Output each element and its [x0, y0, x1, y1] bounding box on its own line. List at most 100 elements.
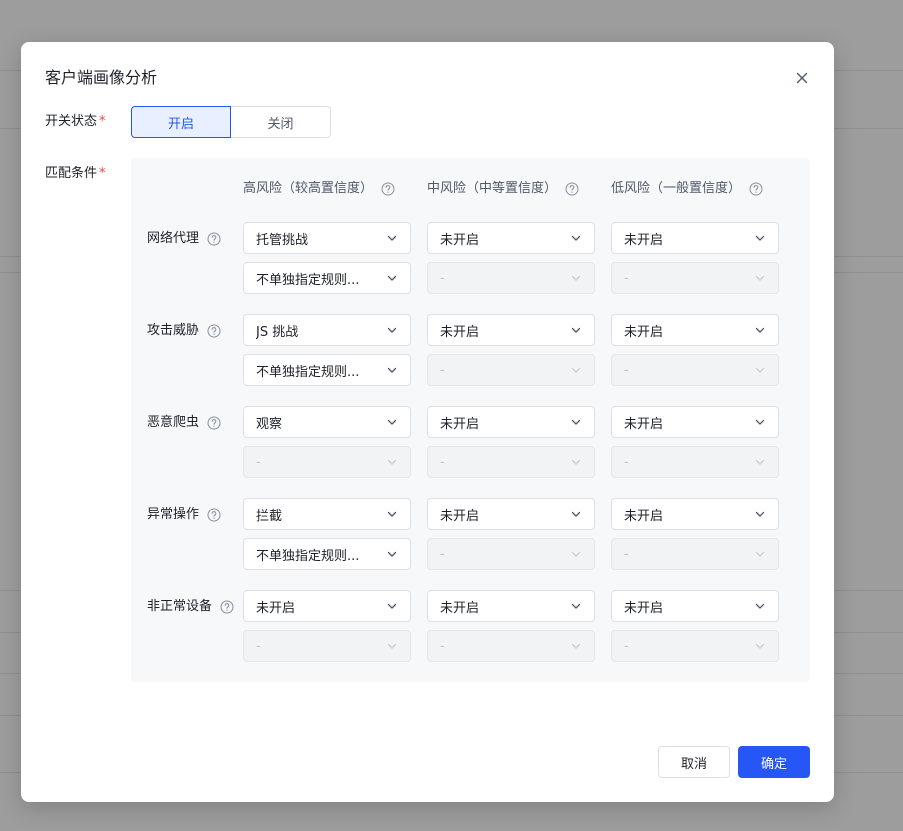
- action-select[interactable]: 未开启: [427, 590, 595, 622]
- risk-column-header-text: 低风险（一般置信度）: [611, 181, 742, 196]
- action-select[interactable]: 未开启: [427, 406, 595, 438]
- required-mark: *: [99, 166, 106, 181]
- action-select[interactable]: 未开启: [611, 222, 779, 254]
- chevron-down-icon: [386, 640, 398, 652]
- condition-row-label-text: 网络代理: [147, 231, 200, 246]
- select-value: -: [624, 362, 629, 378]
- chevron-down-icon: [570, 232, 582, 244]
- close-icon: [796, 72, 808, 84]
- select-value: -: [440, 270, 445, 286]
- rule-select: -: [611, 262, 779, 294]
- help-icon[interactable]: [207, 416, 221, 430]
- chevron-down-icon: [386, 324, 398, 336]
- select-value: -: [624, 546, 629, 562]
- dialog-title: 客户端画像分析: [45, 68, 158, 87]
- rule-select: -: [611, 630, 779, 662]
- action-select[interactable]: 未开启: [611, 590, 779, 622]
- rule-select: -: [427, 354, 595, 386]
- help-icon[interactable]: [381, 182, 395, 196]
- cancel-button[interactable]: 取消: [658, 746, 730, 778]
- rule-select: -: [427, 630, 595, 662]
- chevron-down-icon: [570, 456, 582, 468]
- chevron-down-icon: [754, 324, 766, 336]
- condition-row-label-text: 攻击威胁: [147, 323, 200, 338]
- match-condition-label: 匹配条件 *: [45, 164, 106, 184]
- rule-select[interactable]: 不单独指定规则...: [243, 538, 411, 570]
- rule-select: -: [243, 630, 411, 662]
- chevron-down-icon: [570, 416, 582, 428]
- select-value: -: [440, 546, 445, 562]
- rule-select[interactable]: 不单独指定规则...: [243, 262, 411, 294]
- help-icon[interactable]: [207, 232, 221, 246]
- switch-status-label-text: 开关状态: [45, 114, 98, 129]
- help-icon[interactable]: [565, 182, 579, 196]
- help-icon[interactable]: [207, 324, 221, 338]
- action-select[interactable]: 未开启: [611, 406, 779, 438]
- chevron-down-icon: [754, 548, 766, 560]
- chevron-down-icon: [570, 324, 582, 336]
- chevron-down-icon: [386, 456, 398, 468]
- action-select[interactable]: 托管挑战: [243, 222, 411, 254]
- action-select[interactable]: 拦截: [243, 498, 411, 530]
- select-value: 未开启: [624, 324, 664, 340]
- help-icon[interactable]: [220, 600, 234, 614]
- condition-row-label: 非正常设备: [147, 598, 234, 616]
- select-value: -: [256, 454, 261, 470]
- risk-column-header: 中风险（中等置信度）: [427, 180, 579, 198]
- help-icon[interactable]: [749, 182, 763, 196]
- chevron-down-icon: [386, 600, 398, 612]
- select-value: -: [624, 454, 629, 470]
- rule-select: -: [427, 262, 595, 294]
- select-value: 未开启: [440, 600, 480, 616]
- switch-on-button[interactable]: 开启: [131, 106, 231, 138]
- chevron-down-icon: [754, 456, 766, 468]
- select-value: -: [440, 454, 445, 470]
- action-select[interactable]: JS 挑战: [243, 314, 411, 346]
- rule-select: -: [611, 446, 779, 478]
- select-value: 不单独指定规则...: [256, 548, 360, 564]
- select-value: 未开启: [256, 600, 296, 616]
- chevron-down-icon: [754, 508, 766, 520]
- switch-segmented-control: 开启 关闭: [131, 106, 331, 138]
- action-select[interactable]: 未开启: [427, 498, 595, 530]
- confirm-button[interactable]: 确定: [738, 746, 810, 778]
- rule-select: -: [611, 354, 779, 386]
- condition-row-label: 恶意爬虫: [147, 414, 221, 432]
- chevron-down-icon: [570, 548, 582, 560]
- action-select[interactable]: 未开启: [611, 498, 779, 530]
- chevron-down-icon: [386, 548, 398, 560]
- help-icon[interactable]: [207, 508, 221, 522]
- chevron-down-icon: [570, 600, 582, 612]
- chevron-down-icon: [386, 416, 398, 428]
- risk-column-header: 低风险（一般置信度）: [611, 180, 763, 198]
- chevron-down-icon: [570, 508, 582, 520]
- risk-column-header: 高风险（较高置信度）: [243, 180, 395, 198]
- match-condition-label-text: 匹配条件: [45, 166, 98, 181]
- select-value: 未开启: [624, 416, 664, 432]
- select-value: 不单独指定规则...: [256, 364, 360, 380]
- switch-off-button[interactable]: 关闭: [231, 106, 331, 138]
- condition-row-label: 攻击威胁: [147, 322, 221, 340]
- chevron-down-icon: [570, 364, 582, 376]
- required-mark: *: [99, 114, 106, 129]
- close-button[interactable]: [792, 68, 812, 88]
- select-value: 未开启: [624, 600, 664, 616]
- action-select[interactable]: 未开启: [243, 590, 411, 622]
- select-value: 未开启: [624, 232, 664, 248]
- chevron-down-icon: [386, 232, 398, 244]
- chevron-down-icon: [386, 272, 398, 284]
- action-select[interactable]: 未开启: [427, 222, 595, 254]
- select-value: -: [624, 638, 629, 654]
- rule-select[interactable]: 不单独指定规则...: [243, 354, 411, 386]
- action-select[interactable]: 观察: [243, 406, 411, 438]
- condition-row-label-text: 异常操作: [147, 507, 200, 522]
- action-select[interactable]: 未开启: [611, 314, 779, 346]
- condition-row-label: 异常操作: [147, 506, 221, 524]
- select-value: 拦截: [256, 508, 283, 524]
- rule-select: -: [427, 538, 595, 570]
- risk-column-header-text: 中风险（中等置信度）: [427, 181, 558, 196]
- rule-select: -: [427, 446, 595, 478]
- chevron-down-icon: [754, 416, 766, 428]
- action-select[interactable]: 未开启: [427, 314, 595, 346]
- select-value: -: [440, 638, 445, 654]
